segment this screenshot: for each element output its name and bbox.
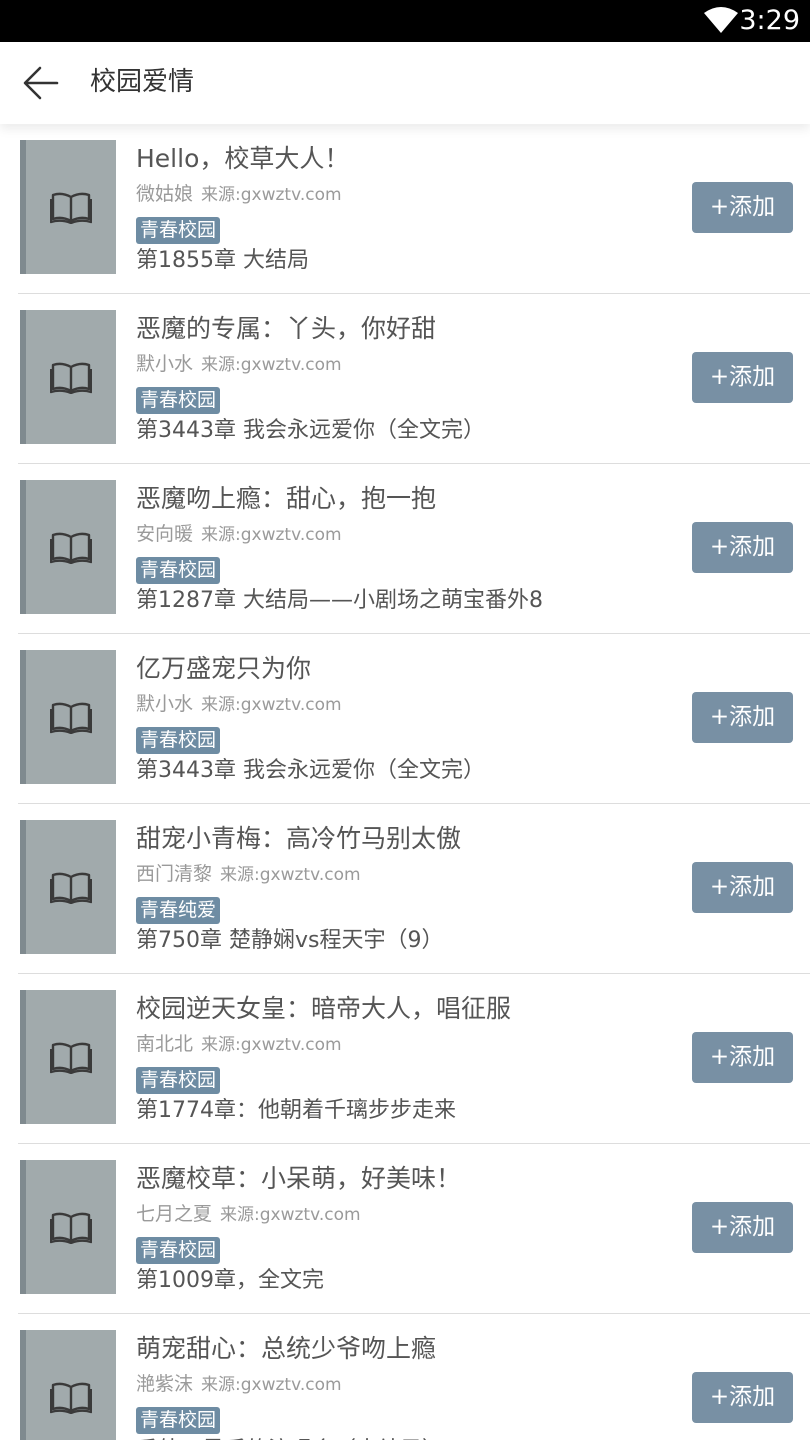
book-author: 西门清黎 — [136, 863, 213, 885]
book-source: 来源:gxwztv.com — [201, 355, 342, 375]
book-meta: 微姑娘 来源:gxwztv.com — [136, 181, 342, 208]
book-item[interactable]: 校园逆天女皇：暗帝大人，唱征服 南北北 来源:gxwztv.com 青春校园 第1… — [18, 974, 810, 1144]
book-author: 滟紫沫 — [136, 1373, 194, 1395]
book-author: 默小水 — [136, 353, 194, 375]
book-icon — [50, 872, 92, 904]
book-author: 默小水 — [136, 693, 194, 715]
book-cover — [20, 990, 116, 1124]
book-source: 来源:gxwztv.com — [201, 1375, 342, 1395]
genre-tag: 青春校园 — [136, 557, 221, 584]
book-source: 来源:gxwztv.com — [201, 695, 342, 715]
genre-tag: 青春校园 — [136, 1237, 221, 1264]
book-cover — [20, 820, 116, 954]
add-button[interactable]: +添加 — [692, 522, 793, 573]
book-cover — [20, 140, 116, 274]
book-item[interactable]: 亿万盛宠只为你 默小水 来源:gxwztv.com 青春校园 第3443章 我会永… — [18, 634, 810, 804]
arrow-left-icon — [23, 66, 59, 100]
book-icon — [50, 192, 92, 224]
latest-chapter: 第3443章 我会永远爱你（全文完） — [136, 758, 485, 783]
add-button[interactable]: +添加 — [692, 692, 793, 743]
book-title: 校园逆天女皇：暗帝大人，唱征服 — [136, 994, 512, 1023]
book-item[interactable]: Hello，校草大人！ 微姑娘 来源:gxwztv.com 青春校园 第1855章… — [18, 124, 810, 294]
back-button[interactable] — [14, 56, 68, 110]
latest-chapter: 第750章 楚静娴vs程天宇（9） — [136, 928, 444, 953]
book-item[interactable]: 恶魔校草：小呆萌，好美味！ 七月之夏 来源:gxwztv.com 青春校园 第10… — [18, 1144, 810, 1314]
book-meta: 西门清黎 来源:gxwztv.com — [136, 861, 361, 888]
status-time: 3:29 — [739, 5, 800, 36]
book-cover — [20, 1330, 116, 1440]
book-icon — [50, 362, 92, 394]
genre-tag: 青春校园 — [136, 387, 221, 414]
book-item[interactable]: 恶魔的专属：丫头，你好甜 默小水 来源:gxwztv.com 青春校园 第3443… — [18, 294, 810, 464]
book-author: 安向暖 — [136, 523, 194, 545]
add-button[interactable]: +添加 — [692, 352, 793, 403]
genre-tag: 青春校园 — [136, 1067, 221, 1094]
book-list: Hello，校草大人！ 微姑娘 来源:gxwztv.com 青春校园 第1855章… — [0, 124, 810, 1440]
status-bar: 3:29 — [0, 0, 810, 42]
book-cover — [20, 1160, 116, 1294]
add-button[interactable]: +添加 — [692, 182, 793, 233]
book-author: 微姑娘 — [136, 183, 194, 205]
book-source: 来源:gxwztv.com — [201, 525, 342, 545]
add-button[interactable]: +添加 — [692, 1202, 793, 1253]
book-meta: 南北北 来源:gxwztv.com — [136, 1031, 342, 1058]
add-button[interactable]: +添加 — [692, 1032, 793, 1083]
latest-chapter: 第3443章 我会永远爱你（全文完） — [136, 418, 485, 443]
book-title: 甜宠小青梅：高冷竹马别太傲 — [136, 824, 462, 853]
book-cover — [20, 310, 116, 444]
book-icon — [50, 702, 92, 734]
book-item[interactable]: 萌宠甜心：总统少爷吻上瘾 滟紫沫来源:gxwztv.com 青春校园 番外：最后… — [18, 1314, 810, 1440]
book-author: 七月之夏 — [136, 1203, 213, 1225]
add-button[interactable]: +添加 — [692, 1372, 793, 1423]
latest-chapter: 第1855章 大结局 — [136, 248, 309, 273]
book-title: 恶魔吻上瘾：甜心，抱一抱 — [136, 484, 437, 513]
book-meta: 默小水 来源:gxwztv.com — [136, 351, 342, 378]
book-meta: 七月之夏 来源:gxwztv.com — [136, 1201, 361, 1228]
book-source: 来源:gxwztv.com — [201, 1035, 342, 1055]
book-cover — [20, 480, 116, 614]
latest-chapter: 第1774章：他朝着千璃步步走来 — [136, 1098, 456, 1123]
book-title: 萌宠甜心：总统少爷吻上瘾 — [136, 1334, 437, 1363]
book-meta: 默小水 来源:gxwztv.com — [136, 691, 342, 718]
book-meta: 安向暖 来源:gxwztv.com — [136, 521, 342, 548]
book-title: 恶魔校草：小呆萌，好美味！ — [136, 1164, 462, 1193]
genre-tag: 青春校园 — [136, 727, 221, 754]
wifi-icon — [704, 7, 738, 33]
book-item[interactable]: 甜宠小青梅：高冷竹马别太傲 西门清黎 来源:gxwztv.com 青春纯爱 第75… — [18, 804, 810, 974]
book-title: 亿万盛宠只为你 — [136, 654, 312, 683]
book-icon — [50, 1212, 92, 1244]
book-meta: 滟紫沫 来源:gxwztv.com — [136, 1371, 342, 1398]
book-icon — [50, 1382, 92, 1414]
latest-chapter: 第1009章，全文完 — [136, 1268, 324, 1293]
genre-tag: 青春校园 — [136, 1407, 221, 1434]
latest-chapter: 番外：最后的演唱会（大结局） — [136, 1436, 444, 1440]
app-bar: 校园爱情 — [0, 42, 810, 124]
add-button[interactable]: +添加 — [692, 862, 793, 913]
book-author: 南北北 — [136, 1033, 194, 1055]
book-title: Hello，校草大人！ — [136, 144, 350, 173]
book-cover — [20, 650, 116, 784]
book-icon — [50, 532, 92, 564]
book-source: 来源:gxwztv.com — [220, 865, 361, 885]
book-source: 来源:gxwztv.com — [220, 1205, 361, 1225]
book-source: 来源:gxwztv.com — [201, 185, 342, 205]
book-title: 恶魔的专属：丫头，你好甜 — [136, 314, 437, 343]
genre-tag: 青春纯爱 — [136, 897, 221, 924]
book-icon — [50, 1042, 92, 1074]
page-title: 校园爱情 — [90, 67, 195, 97]
book-item[interactable]: 恶魔吻上瘾：甜心，抱一抱 安向暖 来源:gxwztv.com 青春校园 第1287… — [18, 464, 810, 634]
genre-tag: 青春校园 — [136, 217, 221, 244]
latest-chapter: 第1287章 大结局——小剧场之萌宝番外8 — [136, 588, 543, 613]
